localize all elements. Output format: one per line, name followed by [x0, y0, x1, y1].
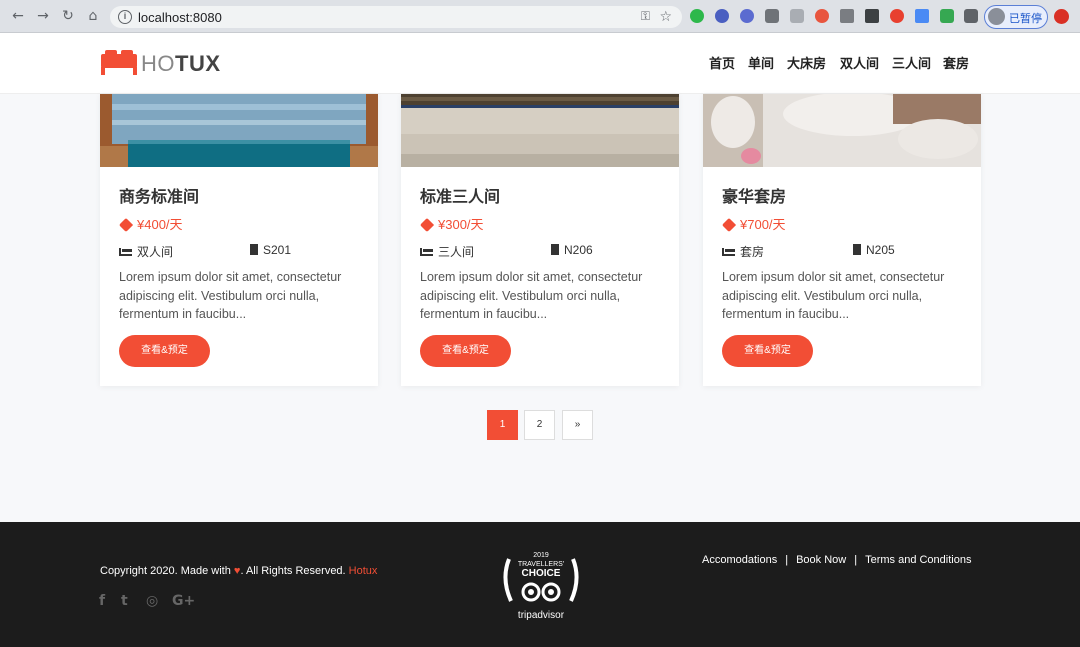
copyright-text: Copyright 2020. Made with ♥. All Rights … — [100, 565, 378, 577]
profile-label: 已暂停 — [1009, 13, 1042, 25]
price-tag-icon — [721, 217, 737, 233]
nav-item-single[interactable]: 单间 — [748, 53, 774, 72]
extension-icon[interactable] — [940, 9, 954, 23]
nav-item-suite[interactable]: 套房 — [943, 53, 969, 72]
svg-text:2019: 2019 — [533, 552, 549, 559]
room-image[interactable] — [703, 94, 981, 167]
room-number: S201 — [250, 243, 291, 257]
browser-toolbar: ← → ↻ ⌂ i localhost:8080 ⚿ ☆ 已暂停 — [0, 0, 1080, 33]
bed-icon — [722, 248, 735, 256]
nav-item-triple[interactable]: 三人间 — [892, 53, 931, 72]
bed-icon — [420, 248, 433, 256]
room-title: 标准三人间 — [420, 189, 501, 206]
reload-icon[interactable]: ↻ — [60, 8, 76, 24]
bed-logo-icon — [101, 50, 137, 75]
bookmark-star-icon[interactable]: ☆ — [659, 8, 672, 25]
view-book-button[interactable]: 查看&预定 — [119, 335, 210, 367]
price-tag-icon — [118, 217, 134, 233]
twitter-icon[interactable]: t — [121, 593, 128, 609]
building-icon — [551, 244, 559, 255]
room-description: Lorem ipsum dolor sit amet, consectetur … — [420, 270, 643, 321]
puzzle-icon[interactable] — [964, 9, 978, 23]
room-card: 标准三人间 ¥300/天 三人间 N206 Lorem ipsum dolor … — [401, 94, 679, 386]
forward-icon[interactable]: → — [35, 8, 51, 24]
room-image[interactable] — [100, 94, 378, 167]
bed-type: 三人间 — [420, 243, 474, 260]
password-key-icon[interactable]: ⚿ — [641, 9, 650, 24]
home-icon[interactable]: ⌂ — [85, 8, 101, 24]
price-tag-icon — [419, 217, 435, 233]
room-card: 豪华套房 ¥700/天 套房 N205 Lorem ipsum dolor si… — [703, 94, 981, 386]
site-footer: Copyright 2020. Made with ♥. All Rights … — [0, 522, 1080, 647]
page-2-button[interactable]: 2 — [524, 410, 555, 440]
room-number: N206 — [551, 243, 593, 257]
bed-type: 双人间 — [119, 243, 173, 260]
update-icon[interactable] — [1054, 9, 1069, 24]
room-title: 商务标准间 — [119, 189, 200, 206]
avatar — [988, 8, 1005, 25]
extension-icon[interactable] — [690, 9, 704, 23]
bed-type: 套房 — [722, 243, 764, 260]
address-bar[interactable]: i localhost:8080 ⚿ ☆ — [110, 6, 682, 28]
nav-item-double[interactable]: 双人间 — [840, 53, 879, 72]
room-price: ¥300/天 — [419, 214, 484, 233]
room-number: N205 — [853, 243, 895, 257]
page-1-button[interactable]: 1 — [487, 410, 518, 440]
svg-text:TRAVELLERS': TRAVELLERS' — [518, 561, 564, 568]
download-icon[interactable] — [865, 9, 879, 23]
room-price: ¥700/天 — [721, 214, 786, 233]
room-card: 商务标准间 ¥400/天 双人间 S201 Lorem ipsum dolor … — [100, 94, 378, 386]
footer-link-terms[interactable]: Terms and Conditions — [865, 554, 971, 566]
svg-text:tripadvisor: tripadvisor — [518, 610, 565, 621]
extension-icon[interactable] — [915, 9, 929, 23]
nav-item-home[interactable]: 首页 — [709, 53, 735, 72]
site-logo[interactable]: HOTUX — [141, 51, 221, 77]
back-icon[interactable]: ← — [10, 8, 26, 24]
footer-link-accomodations[interactable]: Accomodations — [702, 554, 777, 566]
address-url[interactable]: localhost:8080 — [138, 10, 222, 25]
extension-icon[interactable] — [815, 9, 829, 23]
room-image[interactable] — [401, 94, 679, 167]
tripadvisor-badge: 2019 TRAVELLERS' CHOICE tripadvisor — [503, 552, 579, 621]
room-price: ¥400/天 — [118, 214, 183, 233]
extension-icon[interactable] — [765, 9, 779, 23]
profile-button[interactable]: 已暂停 — [984, 5, 1048, 29]
extension-icon[interactable] — [715, 9, 729, 23]
footer-links: Accomodations | Book Now | Terms and Conditi… — [702, 554, 972, 566]
nav-item-king[interactable]: 大床房 — [787, 53, 826, 72]
extension-icon[interactable] — [740, 9, 754, 23]
facebook-icon[interactable]: f — [99, 593, 105, 609]
brand-link[interactable]: Hotux — [349, 565, 378, 577]
room-title: 豪华套房 — [722, 189, 787, 206]
view-book-button[interactable]: 查看&预定 — [420, 335, 511, 367]
extension-icon[interactable] — [890, 9, 904, 23]
building-icon — [853, 244, 861, 255]
instagram-icon[interactable]: ◎ — [146, 593, 158, 609]
footer-link-book-now[interactable]: Book Now — [796, 554, 846, 566]
svg-text:CHOICE: CHOICE — [522, 568, 561, 579]
extension-icon[interactable] — [840, 9, 854, 23]
building-icon — [250, 244, 258, 255]
bed-icon — [119, 248, 132, 256]
room-description: Lorem ipsum dolor sit amet, consectetur … — [119, 270, 342, 321]
site-info-icon[interactable]: i — [118, 10, 132, 24]
extension-icon[interactable] — [790, 9, 804, 23]
room-description: Lorem ipsum dolor sit amet, consectetur … — [722, 270, 945, 321]
view-book-button[interactable]: 查看&预定 — [722, 335, 813, 367]
google-plus-icon[interactable]: G+ — [172, 593, 195, 609]
next-page-button[interactable]: » — [562, 410, 593, 440]
site-header: HOTUX 首页 单间 大床房 双人间 三人间 套房 — [0, 33, 1080, 94]
